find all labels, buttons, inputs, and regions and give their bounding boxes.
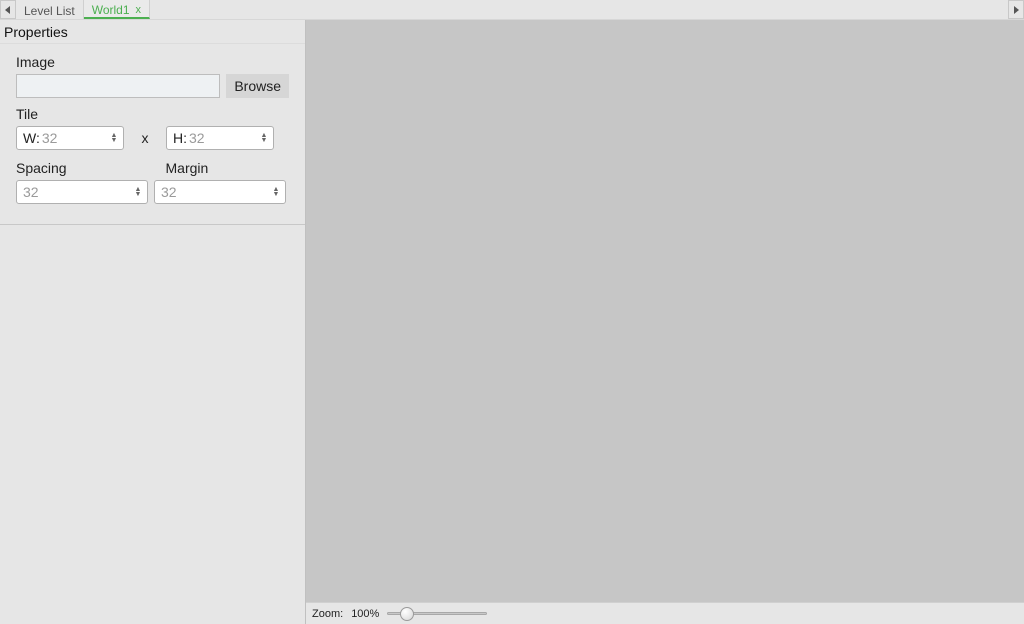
tile-height-value: 32 (189, 130, 259, 146)
stepper-arrows-icon: ▲▼ (133, 187, 143, 197)
stepper-arrows-icon: ▲▼ (271, 187, 281, 197)
spacing-margin-row: 32 ▲▼ 32 ▲▼ (16, 180, 289, 204)
tile-label: Tile (16, 106, 289, 122)
tab-close-button[interactable]: x (136, 4, 142, 16)
stepper-arrows-icon: ▲▼ (109, 133, 119, 143)
tile-height-stepper[interactable]: H: 32 ▲▼ (166, 126, 274, 150)
tab-label: World1 (92, 3, 130, 17)
chevron-left-icon (5, 6, 11, 14)
tile-width-prefix: W: (23, 130, 40, 146)
zoom-label: Zoom: (312, 608, 343, 620)
tile-separator: x (130, 130, 160, 146)
chevron-right-icon (1013, 6, 1019, 14)
sidebar-lower-panel (0, 225, 305, 624)
tab-world1[interactable]: World1 x (84, 0, 150, 19)
main-area: Properties Image Browse Tile W: 32 ▲▼ x … (0, 20, 1024, 624)
tile-height-prefix: H: (173, 130, 187, 146)
tile-canvas[interactable] (306, 20, 1024, 602)
properties-panel: Image Browse Tile W: 32 ▲▼ x H: 32 ▲▼ (0, 44, 305, 225)
tab-label: Level List (24, 4, 75, 18)
sidebar: Properties Image Browse Tile W: 32 ▲▼ x … (0, 20, 305, 624)
zoom-slider-thumb[interactable] (400, 607, 414, 621)
properties-panel-title: Properties (0, 20, 305, 44)
tile-row: W: 32 ▲▼ x H: 32 ▲▼ (16, 126, 289, 150)
zoom-slider[interactable] (387, 612, 487, 615)
stepper-arrows-icon: ▲▼ (259, 133, 269, 143)
margin-stepper[interactable]: 32 ▲▼ (154, 180, 286, 204)
spacing-stepper[interactable]: 32 ▲▼ (16, 180, 148, 204)
tile-width-stepper[interactable]: W: 32 ▲▼ (16, 126, 124, 150)
image-path-input[interactable] (16, 74, 220, 98)
zoom-value: 100% (351, 608, 379, 620)
tab-level-list[interactable]: Level List (16, 0, 84, 19)
tab-strip: Level List World1 x (0, 0, 1024, 20)
margin-label: Margin (166, 160, 290, 176)
image-label: Image (16, 54, 289, 70)
spacing-margin-labels: Spacing Margin (16, 160, 289, 176)
tab-scroll-left[interactable] (0, 0, 16, 19)
spacing-label: Spacing (16, 160, 140, 176)
spacing-value: 32 (23, 184, 133, 200)
image-row: Browse (16, 74, 289, 98)
canvas-column: Zoom: 100% (305, 20, 1024, 624)
tab-scroll-right[interactable] (1008, 0, 1024, 19)
browse-button[interactable]: Browse (226, 74, 289, 98)
canvas-statusbar: Zoom: 100% (306, 602, 1024, 624)
tile-width-value: 32 (42, 130, 109, 146)
margin-value: 32 (161, 184, 271, 200)
